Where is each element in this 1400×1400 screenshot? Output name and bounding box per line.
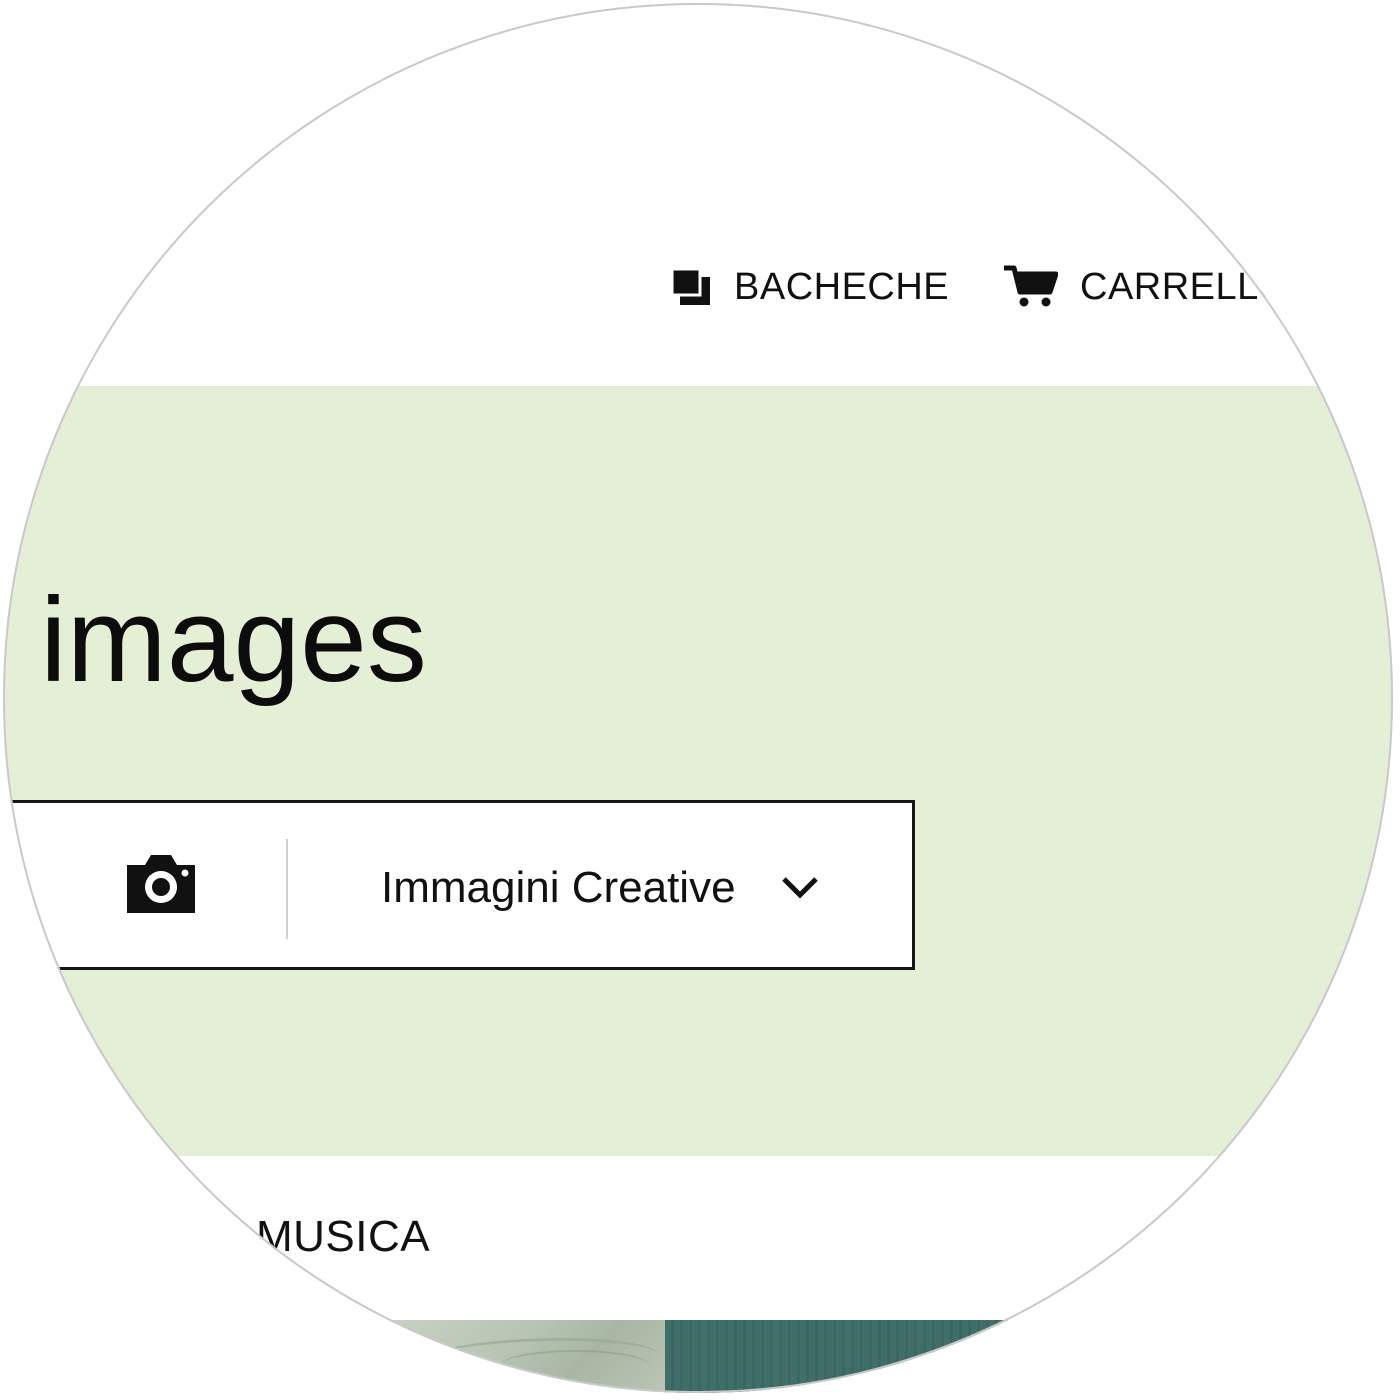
boards-icon [670, 267, 710, 305]
page: BACHECHE CARRELLO n images [0, 0, 1400, 1400]
hero-banner [3, 386, 1393, 1156]
nav-boards-label: BACHECHE [734, 265, 950, 308]
thumbnail-image[interactable] [665, 1320, 1085, 1393]
cart-icon [1004, 265, 1058, 307]
thumbnail-image[interactable] [380, 1320, 665, 1393]
image-type-selected: Immagini Creative [381, 863, 736, 912]
nav-cart-label: CARRELLO [1080, 265, 1289, 308]
lens-content: BACHECHE CARRELLO n images [3, 3, 1393, 1393]
thumbnail-detail [500, 1350, 650, 1382]
search-divider [286, 839, 288, 939]
search-bar[interactable]: Immagini Creative [3, 800, 915, 970]
image-type-dropdown[interactable]: Immagini Creative [381, 843, 820, 933]
magnified-view: BACHECHE CARRELLO n images [3, 3, 1393, 1393]
tab-music[interactable]: MUSICA [256, 1212, 430, 1262]
hero-title: n images [3, 573, 427, 707]
camera-icon [127, 855, 195, 913]
nav-boards[interactable]: BACHECHE [670, 262, 949, 312]
search-by-image-button[interactable] [123, 851, 199, 917]
nav-cart[interactable]: CARRELLO [1002, 262, 1289, 312]
chevron-down-icon [781, 877, 818, 899]
